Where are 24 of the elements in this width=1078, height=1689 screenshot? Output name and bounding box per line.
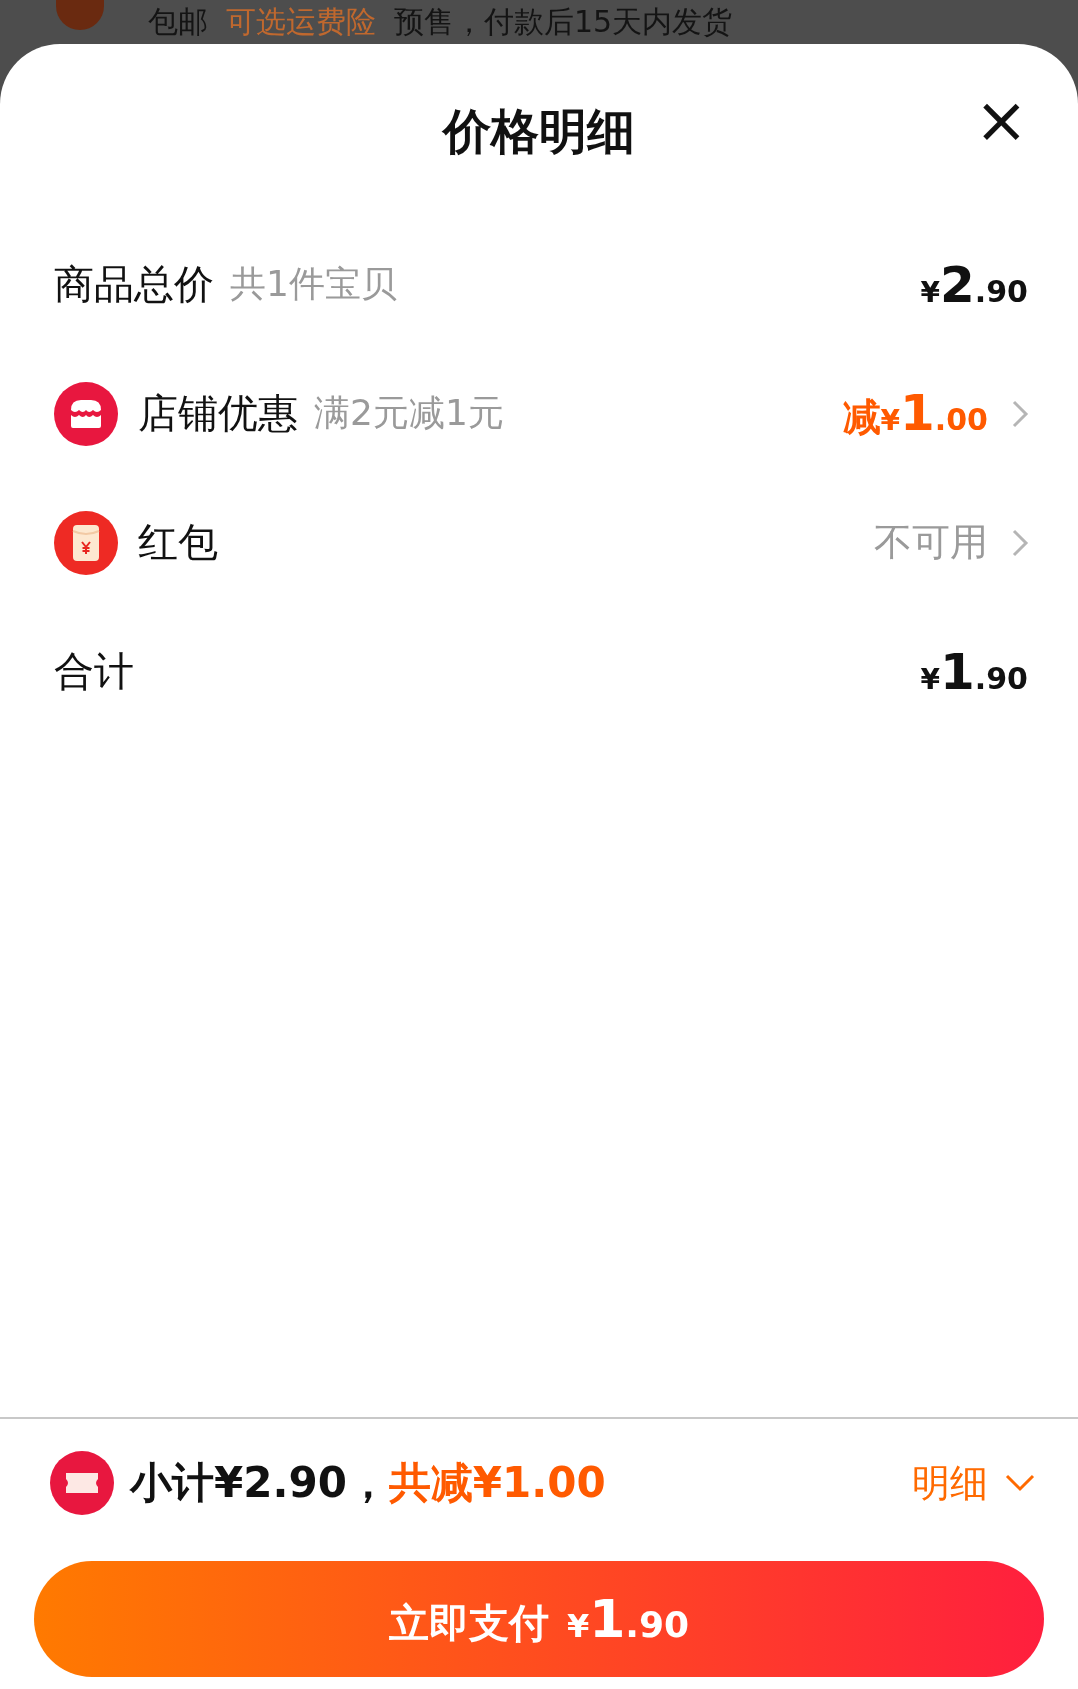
shipping-text: 预售，付款后15天内发货 xyxy=(394,3,733,41)
coupon-icon xyxy=(50,1451,114,1515)
saved-text: 共减¥1.00 xyxy=(388,1457,606,1509)
row-label: 合计 xyxy=(54,647,134,696)
row-label: 红包 xyxy=(138,518,218,567)
close-button[interactable]: × xyxy=(968,88,1034,152)
pay-button[interactable]: 立即支付 ¥1.90 xyxy=(34,1561,1044,1677)
subtotal-text: 小计¥2.90， xyxy=(130,1457,389,1509)
shipping-text: 包邮 xyxy=(148,3,208,41)
sheet-title: 价格明细 xyxy=(443,102,635,161)
row-label: 商品总价 xyxy=(54,260,214,309)
details-toggle[interactable]: 明细 xyxy=(912,1457,1036,1509)
discount-amount: 减¥1.00 xyxy=(842,384,988,443)
row-note: 共1件宝贝 xyxy=(230,262,397,306)
row-note: 满2元减1元 xyxy=(314,391,504,435)
status-text: 不可用 xyxy=(874,519,988,566)
price-amount: ¥1.90 xyxy=(920,642,1028,701)
row-label: 店铺优惠 xyxy=(138,389,298,438)
price-amount: ¥2.90 xyxy=(920,255,1028,314)
insurance-link[interactable]: 可选运费险 xyxy=(226,2,376,42)
store-icon xyxy=(54,381,118,446)
avatar xyxy=(56,0,104,30)
chevron-down-icon[interactable] xyxy=(1004,1473,1036,1493)
envelope-icon xyxy=(54,510,118,575)
